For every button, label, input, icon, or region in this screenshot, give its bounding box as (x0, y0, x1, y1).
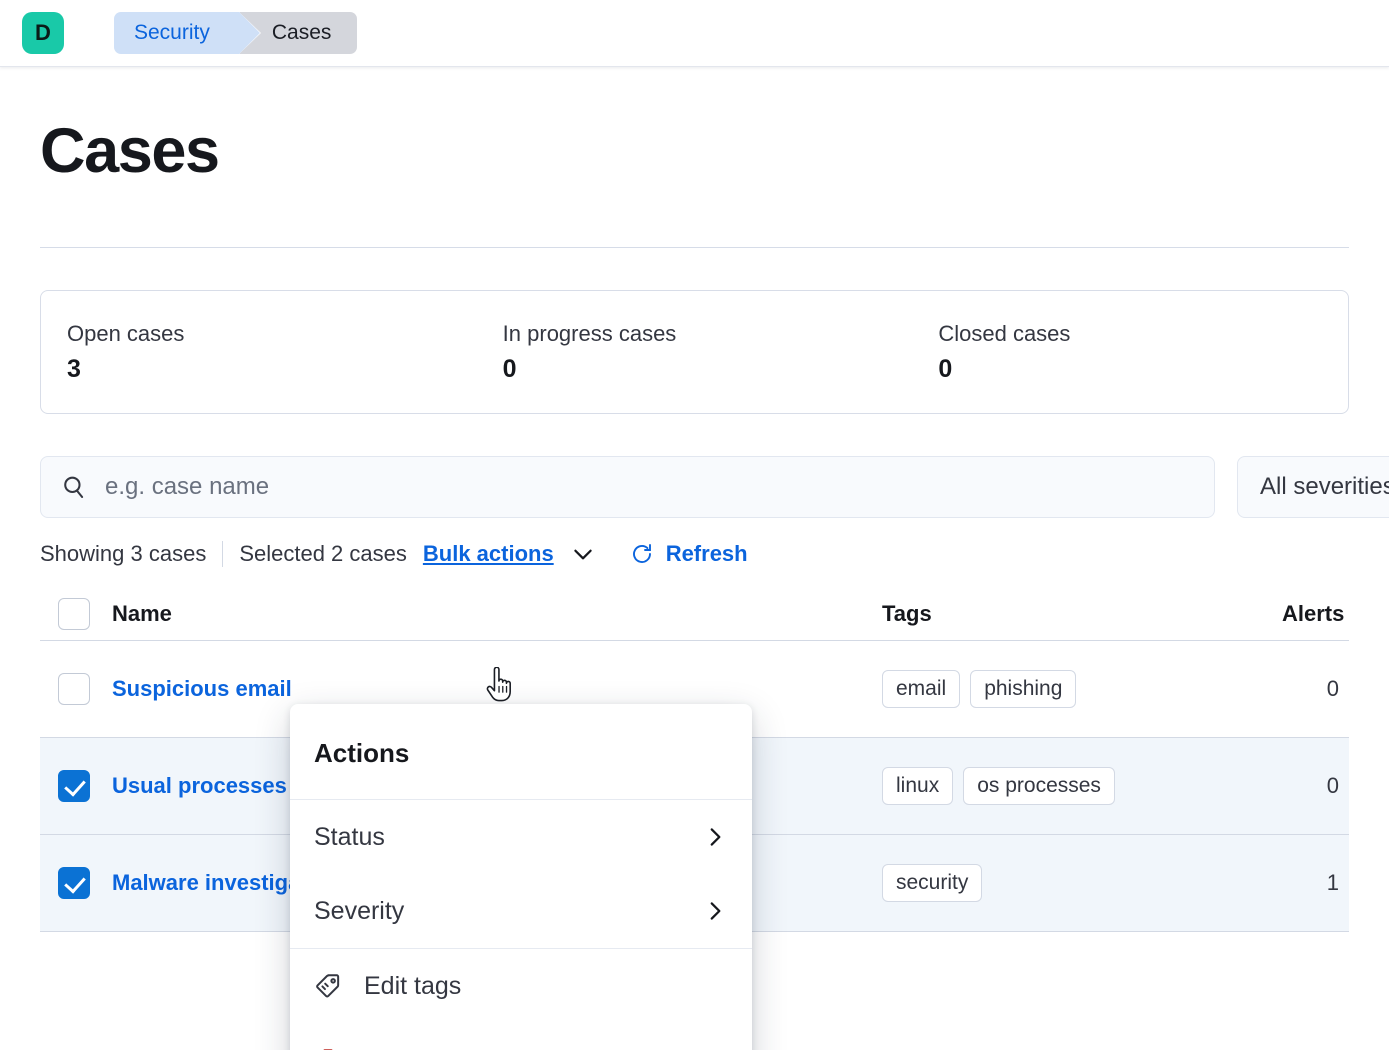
row-alerts-count: 0 (1282, 676, 1349, 702)
stat-open-cases: Open cases 3 (41, 320, 477, 384)
row-alerts-count: 1 (1282, 870, 1349, 896)
stat-in-progress-cases: In progress cases 0 (477, 320, 913, 384)
stat-closed-cases-label: Closed cases (938, 320, 1348, 349)
select-all-checkbox-cell (40, 598, 112, 630)
row-tags-cell: email phishing (882, 670, 1282, 708)
search-icon (61, 474, 87, 500)
stat-open-cases-value: 3 (67, 355, 477, 384)
column-header-tags[interactable]: Tags (882, 601, 1282, 627)
table-toolbar: Showing 3 cases Selected 2 cases Bulk ac… (40, 535, 1349, 573)
toolbar-divider (222, 541, 223, 567)
severity-filter-button[interactable]: All severities (1237, 456, 1389, 518)
row-checkbox-cell (40, 867, 112, 899)
selected-count: Selected 2 cases (239, 541, 407, 567)
select-all-checkbox[interactable] (58, 598, 90, 630)
stat-open-cases-label: Open cases (67, 320, 477, 349)
row-checkbox[interactable] (58, 867, 90, 899)
stat-closed-cases-value: 0 (938, 355, 1348, 384)
bulk-actions-popover: Actions Status Severity (290, 704, 752, 1050)
filter-row: All severities (40, 456, 1349, 518)
space-avatar[interactable]: D (22, 12, 64, 54)
breadcrumb-cases-label: Cases (272, 21, 332, 45)
tag-badge: os processes (963, 767, 1115, 805)
menu-item-status[interactable]: Status (290, 800, 752, 874)
top-chrome-bar: D Security Cases (0, 0, 1389, 67)
stat-in-progress-cases-label: In progress cases (503, 320, 913, 349)
tag-badge: linux (882, 767, 953, 805)
menu-item-severity[interactable]: Severity (290, 874, 752, 948)
popover-title: Actions (290, 704, 752, 800)
page-body: Cases Open cases 3 In progress cases 0 C… (0, 115, 1389, 932)
row-tags-cell: linux os processes (882, 767, 1282, 805)
severity-filter-label: All severities (1260, 473, 1389, 501)
bulk-actions-button[interactable]: Bulk actions (423, 541, 554, 567)
refresh-button[interactable]: Refresh (630, 541, 748, 567)
column-header-alerts[interactable]: Alerts (1282, 601, 1354, 627)
row-tags-cell: security (882, 864, 1282, 902)
chevron-right-icon (702, 824, 728, 850)
refresh-icon (630, 542, 654, 566)
table-header-row: Name Tags Alerts (40, 587, 1349, 641)
menu-item-status-label: Status (314, 823, 702, 852)
breadcrumb: Security Cases (114, 12, 357, 54)
menu-item-delete-cases[interactable]: Delete cases (290, 1023, 752, 1050)
showing-count: Showing 3 cases (40, 541, 206, 567)
page-title: Cases (40, 115, 1349, 187)
breadcrumb-security-label: Security (134, 21, 210, 45)
tag-icon (314, 972, 346, 1000)
stat-closed-cases: Closed cases 0 (912, 320, 1348, 384)
tag-badge: email (882, 670, 960, 708)
row-checkbox-cell (40, 673, 112, 705)
menu-item-edit-tags-label: Edit tags (364, 972, 728, 1001)
chevron-down-icon[interactable] (570, 541, 596, 567)
chevron-right-icon (702, 898, 728, 924)
menu-item-edit-tags[interactable]: Edit tags (290, 949, 752, 1023)
row-checkbox[interactable] (58, 770, 90, 802)
menu-item-severity-label: Severity (314, 897, 702, 926)
row-checkbox[interactable] (58, 673, 90, 705)
trash-icon (314, 1046, 346, 1050)
tag-badge: phishing (970, 670, 1076, 708)
case-name-link[interactable]: Usual processes (112, 773, 287, 798)
case-stats-card: Open cases 3 In progress cases 0 Closed … (40, 290, 1349, 414)
breadcrumb-security[interactable]: Security (114, 12, 240, 54)
row-alerts-count: 0 (1282, 773, 1349, 799)
tag-badge: security (882, 864, 982, 902)
title-divider (40, 247, 1349, 248)
search-box[interactable] (40, 456, 1215, 518)
search-input[interactable] (105, 473, 1194, 501)
case-name-link[interactable]: Suspicious email (112, 676, 292, 701)
stat-in-progress-cases-value: 0 (503, 355, 913, 384)
row-checkbox-cell (40, 770, 112, 802)
row-name-cell: Suspicious email (112, 676, 542, 702)
refresh-label: Refresh (666, 541, 748, 567)
menu-item-delete-cases-label: Delete cases (364, 1046, 728, 1050)
column-header-name[interactable]: Name (112, 601, 542, 627)
